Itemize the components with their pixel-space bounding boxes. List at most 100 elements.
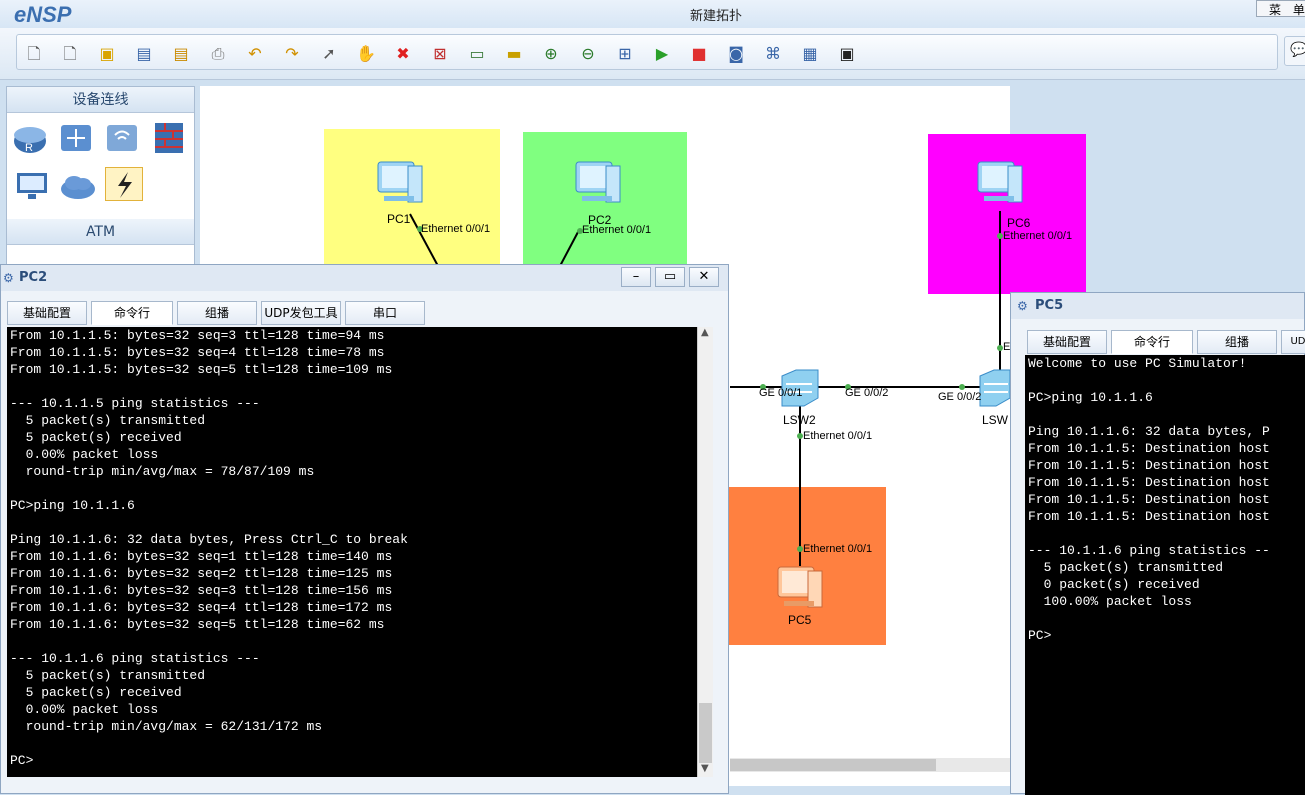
device-panel: 设备连线 R ATM: [6, 86, 195, 266]
app-small-icon: ⚙: [1017, 299, 1028, 313]
pc5-terminal-line: From 10.1.1.5: Destination host: [1028, 509, 1270, 524]
pc5-terminal-line: From 10.1.1.5: Destination host: [1028, 475, 1270, 490]
undo-icon[interactable]: ↶: [244, 44, 266, 64]
pc2-terminal-line: From 10.1.1.6: bytes=32 seq=2 ttl=128 ti…: [10, 566, 393, 581]
port-label-lsw2-e: Ethernet 0/0/1: [803, 430, 873, 442]
pc5-terminal-line: 0 packet(s) received: [1028, 577, 1200, 592]
pc-icon[interactable]: [13, 169, 51, 203]
port-label-pc2: Ethernet 0/0/1: [582, 224, 652, 236]
tab-serial[interactable]: 串口: [345, 301, 425, 325]
pc2-terminal-line: Ping 10.1.1.6: 32 data bytes, Press Ctrl…: [10, 532, 408, 547]
pc2-terminal-line: 0.00% packet loss: [10, 447, 159, 462]
pc5-terminal-line: Ping 10.1.1.6: 32 data bytes, P: [1028, 424, 1270, 439]
pc2-window: PC2 ⚙ – ▭ ✕ 基础配置 命令行 组播 UDP发包工具 串口 From …: [0, 264, 729, 794]
canvas-scroll-thumb[interactable]: [730, 759, 936, 771]
pc5-terminal-line: [1028, 372, 1305, 389]
pan-icon[interactable]: ✋: [355, 44, 377, 64]
pc2-terminal-line: 5 packet(s) transmitted: [10, 413, 206, 428]
pc2-terminal-line: 0.00% packet loss: [10, 702, 159, 717]
pc5-terminal-line: [1028, 406, 1305, 423]
console-icon[interactable]: ▣: [836, 44, 858, 64]
pc5-terminal-line: PC>: [1028, 628, 1052, 643]
pc5-terminal-line: From 10.1.1.5: Destination host: [1028, 441, 1270, 456]
fit-icon[interactable]: ⊞: [614, 44, 636, 64]
svg-text:R: R: [25, 142, 33, 154]
pc5-device-icon[interactable]: [772, 563, 828, 617]
panel-header-atm: ATM: [7, 219, 194, 245]
pc6-device-icon[interactable]: [972, 158, 1028, 212]
lsw-label: LSW: [982, 413, 1009, 427]
pc2-terminal-line: [10, 480, 697, 497]
pc2-terminal-scrollbar[interactable]: ▲ ▼: [697, 327, 713, 777]
cloud-icon[interactable]: [59, 169, 97, 203]
wireless-icon[interactable]: [103, 121, 141, 155]
pc5-terminal-line: 5 packet(s) transmitted: [1028, 560, 1224, 575]
delete-links-icon[interactable]: ⊠: [429, 44, 451, 64]
open-icon[interactable]: ▣: [96, 44, 118, 64]
link-pc2-lsw: [559, 231, 579, 267]
select-icon[interactable]: ➚: [318, 44, 340, 64]
panel-header-devices: 设备连线: [7, 87, 194, 113]
pc1-label: PC1: [387, 212, 411, 226]
zoom-in-icon[interactable]: ⊕: [540, 44, 562, 64]
pc1-device-icon[interactable]: [372, 158, 428, 212]
link-pc1-lsw: [409, 213, 439, 267]
app-small-icon: ⚙: [3, 271, 14, 285]
pc5-terminal[interactable]: Welcome to use PC Simulator! PC>ping 10.…: [1025, 355, 1305, 795]
print-icon[interactable]: ⎙: [207, 44, 229, 64]
new-test-icon[interactable]: 🗋: [59, 44, 81, 64]
minimize-button[interactable]: –: [621, 267, 651, 287]
switch-icon[interactable]: [57, 121, 95, 155]
port-dot: [959, 384, 965, 390]
capture-icon[interactable]: ◙: [725, 44, 747, 64]
pc2-terminal-line: [10, 378, 697, 395]
rectangle-icon[interactable]: ▬: [503, 44, 525, 64]
menu-button[interactable]: 菜 单: [1256, 0, 1305, 17]
text-icon[interactable]: ▭: [466, 44, 488, 64]
chat-icon[interactable]: 💬: [1284, 36, 1305, 66]
pc2-terminal-line: From 10.1.1.5: bytes=32 seq=3 ttl=128 ti…: [10, 328, 385, 343]
tab-udp-tool[interactable]: UDP发包工具: [261, 301, 341, 325]
pc2-terminal-line: From 10.1.1.6: bytes=32 seq=5 ttl=128 ti…: [10, 617, 385, 632]
tab-command-line[interactable]: 命令行: [91, 301, 173, 325]
port-label-lsw2-g1: GE 0/0/1: [759, 387, 803, 399]
pc2-terminal-line: round-trip min/avg/max = 62/131/172 ms: [10, 719, 323, 734]
tab-basic-config[interactable]: 基础配置: [7, 301, 87, 325]
firewall-icon[interactable]: [149, 121, 187, 155]
title-bar: [0, 0, 1305, 28]
pc2-terminal-line: From 10.1.1.5: bytes=32 seq=4 ttl=128 ti…: [10, 345, 385, 360]
redo-icon[interactable]: ↷: [281, 44, 303, 64]
pc5-window: PC5 ⚙ 基础配置 命令行 组播 UDP Welcome to use PC …: [1010, 292, 1305, 795]
window-title: 新建拓扑: [690, 9, 743, 24]
topology-icon[interactable]: ⌘: [762, 44, 784, 64]
pc2-terminal-line: 5 packet(s) transmitted: [10, 668, 206, 683]
grid-icon[interactable]: ▦: [799, 44, 821, 64]
pc2-terminal[interactable]: From 10.1.1.5: bytes=32 seq=3 ttl=128 ti…: [7, 327, 697, 777]
close-button[interactable]: ✕: [689, 267, 719, 287]
zoom-out-icon[interactable]: ⊖: [577, 44, 599, 64]
new-topology-icon[interactable]: 🗋: [23, 44, 45, 64]
pc2-terminal-line: 5 packet(s) received: [10, 430, 182, 445]
toolbar-strip: 🗋 🗋 ▣ ▤ ▤ ⎙ ↶ ↷ ➚ ✋ ✖ ⊠ ▭ ▬ ⊕ ⊖ ⊞ ▶ ■ ◙ …: [16, 34, 1278, 70]
maximize-button[interactable]: ▭: [655, 267, 685, 287]
pc6-label: PC6: [1007, 216, 1031, 230]
tab-command-line[interactable]: 命令行: [1111, 330, 1193, 354]
router-icon[interactable]: R: [11, 121, 49, 155]
stop-icon[interactable]: ■: [688, 44, 710, 64]
pc2-terminal-line: PC>: [10, 753, 34, 768]
lsw-device-icon[interactable]: [976, 366, 1010, 410]
pc2-device-icon[interactable]: [570, 158, 626, 212]
save-as-icon[interactable]: ▤: [170, 44, 192, 64]
save-icon[interactable]: ▤: [133, 44, 155, 64]
tab-multicast[interactable]: 组播: [1197, 330, 1277, 354]
tab-multicast[interactable]: 组播: [177, 301, 257, 325]
delete-icon[interactable]: ✖: [392, 44, 414, 64]
tab-udp-tool[interactable]: UDP: [1281, 330, 1305, 354]
pc5-terminal-line: PC>ping 10.1.1.6: [1028, 390, 1153, 405]
tab-basic-config[interactable]: 基础配置: [1027, 330, 1107, 354]
start-icon[interactable]: ▶: [651, 44, 673, 64]
port-label-pc6: Ethernet 0/0/1: [1003, 230, 1073, 242]
pc5-terminal-line: [1028, 610, 1305, 627]
link-icon[interactable]: [105, 167, 143, 201]
app-logo: eNSP: [14, 2, 72, 27]
